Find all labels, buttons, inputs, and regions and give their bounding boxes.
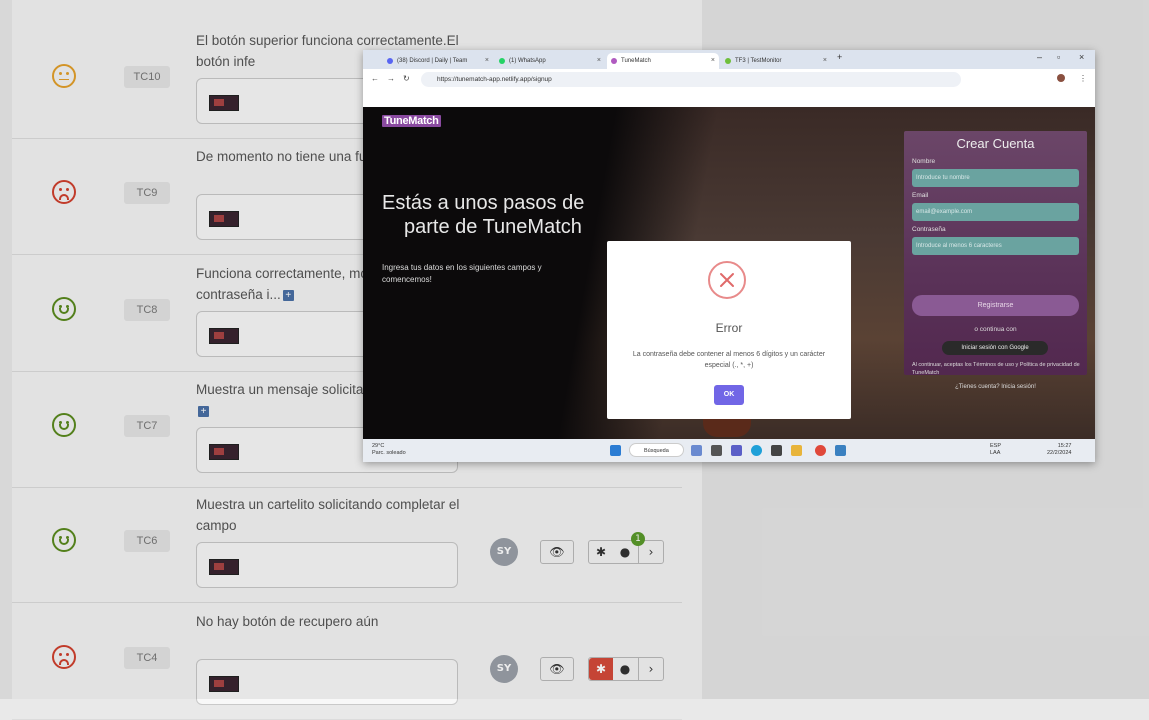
password-input[interactable]: Introduce al menos 6 caracteres bbox=[912, 237, 1079, 255]
minimize-icon[interactable]: – bbox=[1037, 52, 1042, 62]
language-indicator[interactable]: ESP LAA bbox=[990, 443, 1001, 457]
headline-line1: Estás a unos pasos de bbox=[382, 192, 585, 214]
app-icon[interactable] bbox=[691, 445, 702, 456]
name-label: Nombre bbox=[912, 158, 936, 165]
browser-tab[interactable]: (38) Discord | Daily | Team × bbox=[383, 53, 493, 69]
page-top-strip bbox=[363, 91, 1095, 107]
password-label: Contraseña bbox=[912, 226, 946, 233]
tunematch-icon bbox=[611, 58, 617, 64]
tunematch-logo[interactable]: TuneMatch bbox=[382, 115, 441, 127]
file-explorer-icon[interactable] bbox=[791, 445, 802, 456]
reload-icon[interactable]: ↻ bbox=[403, 74, 410, 83]
browser-tab[interactable]: TF3 | TestMonitor × bbox=[721, 53, 831, 69]
headline-line2: parte de TuneMatch bbox=[404, 216, 582, 238]
windows-taskbar: 29°C Parc. soleado Búsqueda ESP LAA 15:27 2… bbox=[363, 439, 1095, 462]
teams-icon[interactable] bbox=[731, 445, 742, 456]
terms-text: Al continuar, aceptas los Términos de us… bbox=[912, 362, 1080, 376]
close-icon[interactable]: × bbox=[1079, 52, 1084, 62]
task-view-icon[interactable] bbox=[711, 445, 722, 456]
name-input[interactable]: Introduce tu nombre bbox=[912, 169, 1079, 187]
register-button[interactable]: Registrarse bbox=[912, 295, 1079, 316]
hero-headline: Estás a unos pasos de parte de TuneMatch bbox=[382, 191, 622, 239]
url-field[interactable]: https://tunematch-app.netlify.app/signup bbox=[421, 72, 961, 87]
signup-form: Crear Cuenta Nombre Introduce tu nombre … bbox=[904, 131, 1087, 390]
ok-button[interactable]: OK bbox=[714, 385, 744, 405]
weather-widget[interactable]: 29°C Parc. soleado bbox=[372, 443, 406, 457]
maximize-icon[interactable]: ▫ bbox=[1057, 52, 1060, 62]
profile-avatar[interactable] bbox=[1057, 74, 1065, 82]
email-label: Email bbox=[912, 192, 929, 199]
discord-icon bbox=[387, 58, 393, 64]
store-icon[interactable] bbox=[771, 445, 782, 456]
app-icon[interactable] bbox=[835, 445, 846, 456]
forward-icon[interactable]: → bbox=[387, 74, 395, 83]
hero-subtitle: Ingresa tus datos en los siguientes camp… bbox=[382, 263, 542, 284]
screenshot-browser-window: (38) Discord | Daily | Team × (1) WhatsAp… bbox=[363, 50, 1095, 462]
browser-tabbar: (38) Discord | Daily | Team × (1) WhatsAp… bbox=[363, 50, 1095, 69]
error-message: La contraseña debe contener al menos 6 d… bbox=[632, 351, 826, 369]
error-dialog: Error La contraseña debe contener al men… bbox=[607, 241, 851, 419]
edge-icon[interactable] bbox=[751, 445, 762, 456]
address-bar-row: ← → ↻ https://tunematch-app.netlify.app/… bbox=[363, 69, 1095, 92]
error-title: Error bbox=[715, 321, 743, 335]
whatsapp-icon bbox=[499, 58, 505, 64]
signup-hero: TuneMatch Estás a unos pasos de parte de… bbox=[363, 107, 1095, 439]
error-x-icon bbox=[708, 261, 746, 299]
clock[interactable]: 15:27 22/2/2024 bbox=[1047, 443, 1071, 457]
back-icon[interactable]: ← bbox=[371, 74, 379, 83]
email-input[interactable]: email@example.com bbox=[912, 203, 1079, 221]
chrome-icon[interactable] bbox=[815, 445, 826, 456]
browser-tab-active[interactable]: TuneMatch × bbox=[607, 53, 719, 69]
browser-tab[interactable]: (1) WhatsApp × bbox=[495, 53, 605, 69]
new-tab-icon[interactable]: + bbox=[837, 52, 842, 62]
or-continue-text: o continua con bbox=[974, 326, 1017, 333]
testmonitor-icon bbox=[725, 58, 731, 64]
form-title: Crear Cuenta bbox=[956, 136, 1035, 151]
menu-icon[interactable]: ⋮ bbox=[1079, 74, 1087, 83]
taskbar-search[interactable]: Búsqueda bbox=[629, 443, 684, 457]
login-link[interactable]: ¿Tienes cuenta? Inicia sesión! bbox=[904, 384, 1087, 390]
google-signin-button[interactable]: Iniciar sesión con Google bbox=[942, 341, 1048, 355]
start-icon[interactable] bbox=[610, 445, 621, 456]
